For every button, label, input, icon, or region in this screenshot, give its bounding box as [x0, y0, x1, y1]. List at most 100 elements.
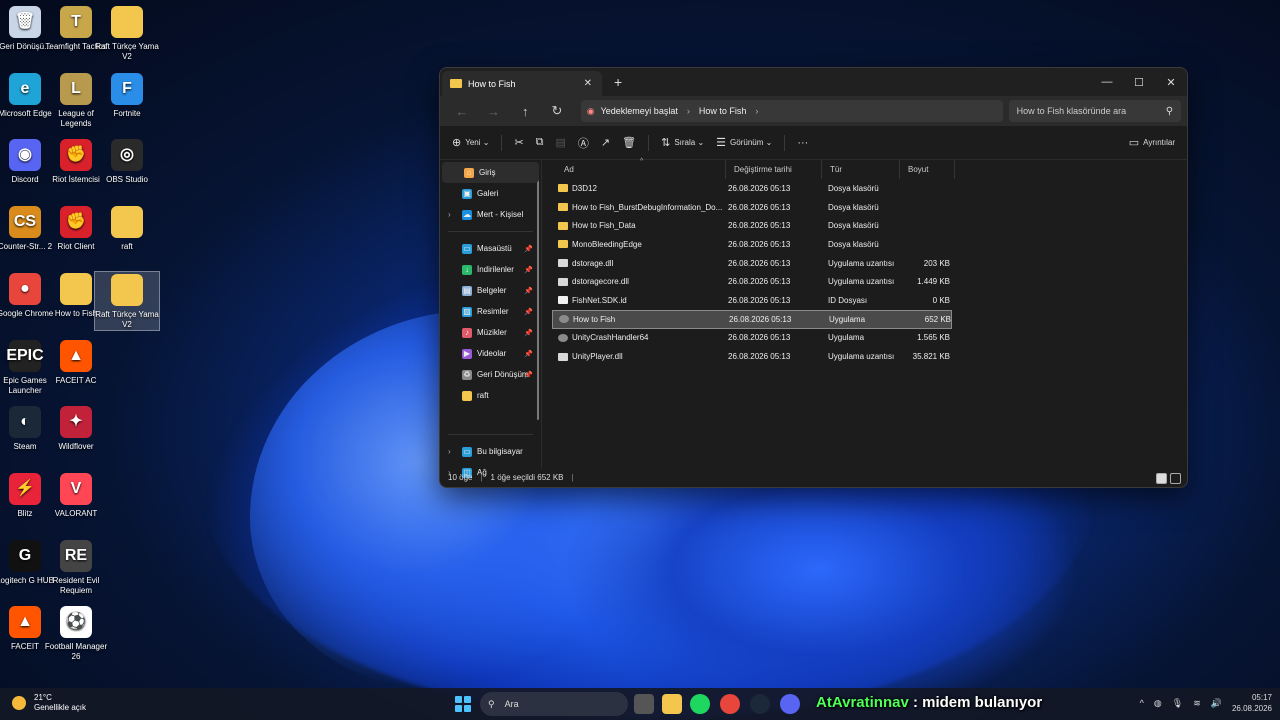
file-name: UnityCrashHandler64 — [572, 333, 649, 343]
desktop-icon[interactable]: ▲ FACEIT AC — [43, 338, 109, 386]
breadcrumb-root[interactable]: Yedeklemeyi başlat — [601, 106, 678, 116]
back-button[interactable]: ← — [446, 98, 478, 124]
expand-chevron-icon[interactable]: › — [448, 447, 451, 456]
forward-button[interactable]: → — [478, 98, 510, 124]
desktop-icon[interactable]: Raft Türkçe Yama V2 — [94, 270, 160, 331]
wifi-icon[interactable]: ≋ — [1193, 698, 1201, 709]
cut-icon[interactable]: ✂ — [508, 130, 529, 156]
steam-icon[interactable] — [750, 694, 770, 714]
tab-how-to-fish[interactable]: How to Fish ✕ — [442, 71, 602, 96]
file-row[interactable]: UnityPlayer.dll 26.08.2026 05:13 Uygulama … — [552, 347, 952, 366]
sidebar-item[interactable]: ♪ Müzikler 📌 — [440, 322, 541, 343]
desktop-icon[interactable]: ✦ Wildflover — [43, 404, 109, 452]
sidebar-item[interactable]: raft — [440, 385, 541, 406]
task-view-icon[interactable] — [634, 694, 654, 714]
file-row[interactable]: How to Fish_BurstDebugInformation_Do... 2… — [552, 198, 952, 217]
spotify-icon[interactable] — [690, 694, 710, 714]
new-button[interactable]: ⊕ Yeni ⌄ — [446, 130, 495, 156]
file-row[interactable]: dstorage.dll 26.08.2026 05:13 Uygulama uza… — [552, 254, 952, 273]
pin-icon: 📌 — [524, 266, 533, 274]
details-button[interactable]: ▭ Ayrıntılar — [1123, 130, 1181, 156]
more-options-button[interactable]: ··· — [791, 130, 814, 156]
discord-icon[interactable] — [780, 694, 800, 714]
pin-icon: 📌 — [524, 308, 533, 316]
sidebar-item[interactable]: › ▭ Bu bilgisayar — [440, 441, 541, 462]
stream-chat-overlay: AtAvratinnav : midem bulanıyor — [816, 694, 1042, 711]
file-row[interactable]: dstoragecore.dll 26.08.2026 05:13 Uygulama… — [552, 272, 952, 291]
column-date[interactable]: Değiştirme tarihi — [726, 160, 822, 179]
sidebar-item[interactable]: ▶ Videolar 📌 — [440, 343, 541, 364]
taskbar-search[interactable]: ⚲ Ara — [480, 692, 628, 716]
file-row[interactable]: How to Fish 26.08.2026 05:13 Uygulama 652 K… — [552, 309, 952, 329]
tiles-view-icon[interactable] — [1170, 473, 1181, 484]
column-name[interactable]: Ad — [542, 160, 726, 179]
file-row[interactable]: UnityCrashHandler64 26.08.2026 05:13 Uygul… — [552, 329, 952, 348]
sidebar-item[interactable]: ▭ Masaüstü 📌 — [440, 238, 541, 259]
selection-info: 1 öğe seçildi 652 KB — [490, 473, 564, 482]
copy-icon[interactable]: ⧉ — [530, 130, 550, 156]
minimize-button[interactable]: — — [1091, 68, 1123, 96]
new-tab-button[interactable]: + — [614, 74, 622, 90]
file-row[interactable]: How to Fish_Data 26.08.2026 05:13 Dosya kl… — [552, 216, 952, 235]
expand-chevron-icon[interactable]: › — [448, 210, 451, 219]
paste-icon[interactable]: ▤ — [550, 130, 572, 156]
network-icon[interactable]: ◍ — [1154, 698, 1162, 709]
desktop-icon[interactable]: Raft Türkçe Yama V2 — [94, 4, 160, 62]
breadcrumb-chevron-icon[interactable]: › — [755, 106, 758, 116]
volume-icon[interactable]: 🔊 — [1211, 698, 1222, 709]
sidebar-item[interactable]: › ☁ Mert - Kişisel — [440, 204, 541, 225]
close-tab-icon[interactable]: ✕ — [584, 78, 592, 89]
sidebar-item[interactable]: ⌂ Giriş — [442, 162, 539, 183]
file-type: Dosya klasörü — [828, 221, 879, 231]
divider — [784, 134, 786, 151]
breadcrumb-chevron-icon[interactable]: › — [687, 106, 690, 116]
desktop-icon[interactable]: RE Resident Evil Requiem — [43, 538, 109, 596]
sidebar-icon: ▭ — [462, 446, 472, 457]
view-button[interactable]: ☰ Görünüm ⌄ — [710, 130, 778, 156]
search-placeholder: How to Fish klasöründe ara — [1016, 106, 1127, 116]
refresh-button[interactable]: ↻ — [541, 98, 573, 124]
sort-button[interactable]: ⇅ Sırala ⌄ — [655, 130, 710, 156]
dll-icon — [558, 277, 568, 286]
sidebar-item[interactable]: ↓ İndirilenler 📌 — [440, 259, 541, 280]
sidebar-icon: ▭ — [462, 243, 472, 254]
file-row[interactable]: FishNet.SDK.id 26.08.2026 05:13 ID Dosyası… — [552, 291, 952, 310]
weather-widget[interactable]: 21°C Genellikle açık — [12, 693, 86, 713]
tray-overflow-chevron-icon[interactable]: ^ — [1140, 698, 1144, 708]
file-row[interactable]: MonoBleedingEdge 26.08.2026 05:13 Dosya kl… — [552, 235, 952, 254]
breadcrumb-current[interactable]: How to Fish — [699, 106, 747, 116]
clock[interactable]: 05:17 26.08.2026 — [1232, 692, 1272, 714]
file-name: How to Fish_BurstDebugInformation_Do... — [572, 202, 723, 212]
file-type: Dosya klasörü — [828, 202, 879, 212]
details-view-icon[interactable] — [1156, 473, 1167, 484]
desktop-icon[interactable]: ◎ OBS Studio — [94, 137, 160, 185]
desktop-icon[interactable]: raft — [94, 204, 160, 252]
share-icon[interactable]: ↗ — [595, 130, 616, 156]
search-input[interactable]: How to Fish klasöründe ara ⚲ — [1008, 100, 1182, 122]
sidebar-item[interactable]: ♻ Geri Dönüşüm 📌 — [440, 364, 541, 385]
microphone-icon[interactable]: 🎙 — [1172, 698, 1183, 709]
delete-icon[interactable]: 🗑 — [616, 130, 642, 156]
chrome-icon[interactable] — [720, 694, 740, 714]
maximize-button[interactable]: ☐ — [1123, 68, 1155, 96]
file-row[interactable]: D3D12 26.08.2026 05:13 Dosya klasörü — [552, 179, 952, 198]
file-explorer-taskbar-icon[interactable] — [662, 694, 682, 714]
column-type[interactable]: Tür — [822, 160, 900, 179]
start-button[interactable] — [455, 696, 471, 712]
address-bar[interactable]: ◉ Yedeklemeyi başlat › How to Fish › — [580, 100, 1003, 122]
rename-icon[interactable]: Ⓐ — [572, 130, 595, 156]
close-window-button[interactable]: ✕ — [1155, 68, 1187, 96]
desktop-icon-label: FACEIT AC — [55, 375, 97, 385]
desktop-icon[interactable]: V VALORANT — [43, 471, 109, 519]
column-size[interactable]: Boyut — [900, 160, 955, 179]
file-name-cell: FishNet.SDK.id — [552, 296, 726, 305]
desktop-icon[interactable]: ⚽ Football Manager 26 — [43, 604, 109, 662]
sidebar-item[interactable]: ▤ Belgeler 📌 — [440, 280, 541, 301]
sidebar-item[interactable]: ▣ Galeri — [440, 183, 541, 204]
app-icon: F — [111, 72, 143, 105]
sidebar-icon: ▨ — [462, 306, 472, 317]
desktop-icon[interactable]: F Fortnite — [94, 71, 160, 119]
sidebar-item[interactable]: ▨ Resimler 📌 — [440, 301, 541, 322]
up-button[interactable]: ↑ — [509, 98, 541, 124]
file-name-cell: How to Fish_Data — [552, 221, 726, 230]
